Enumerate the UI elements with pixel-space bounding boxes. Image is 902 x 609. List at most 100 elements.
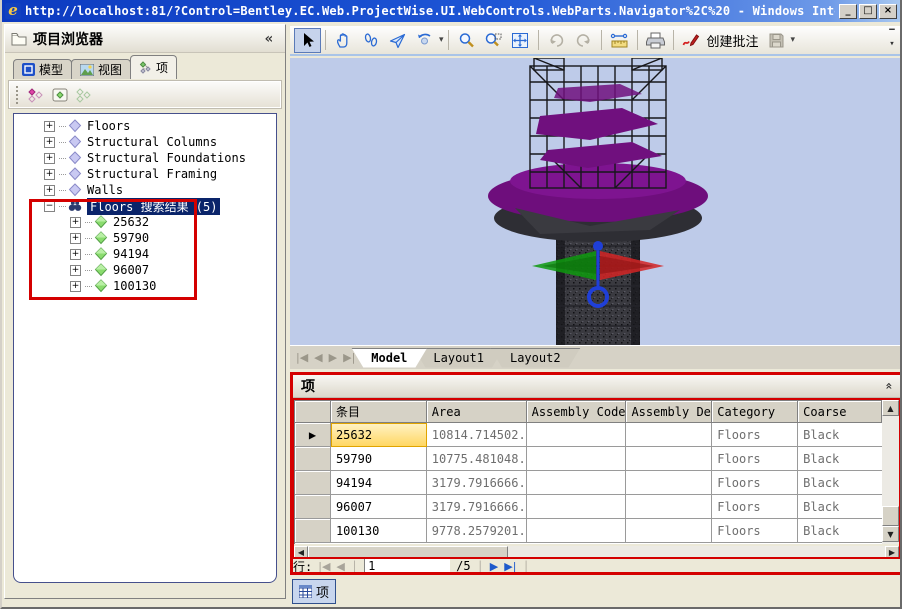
tree-node-label[interactable]: Structural Columns: [87, 135, 217, 149]
close-button[interactable]: ×: [879, 4, 897, 19]
new-search-button[interactable]: [24, 84, 48, 106]
zoom-window-tool-button[interactable]: [480, 28, 507, 53]
model-viewport[interactable]: [290, 58, 902, 345]
clear-search-button[interactable]: [72, 84, 96, 106]
scroll-track[interactable]: [508, 546, 885, 559]
area-cell[interactable]: 10814.714502...: [427, 423, 527, 447]
scroll-thumb[interactable]: [882, 506, 899, 526]
expand-icon[interactable]: +: [70, 249, 81, 260]
row-selector-cell[interactable]: [295, 519, 331, 543]
pan-tool-button[interactable]: [330, 28, 357, 53]
assembly-desc-cell[interactable]: [626, 471, 712, 495]
next-sheet-button[interactable]: ▶: [329, 351, 337, 364]
prev-sheet-button[interactable]: ◀: [314, 351, 322, 364]
entry-cell[interactable]: 59790: [331, 447, 427, 471]
fit-view-button[interactable]: [507, 28, 534, 53]
table-row[interactable]: 94194 3179.7916666... Floors Black: [295, 471, 882, 495]
create-markup-button[interactable]: [678, 28, 705, 53]
tree-node-structural-foundations[interactable]: + Structural Foundations: [14, 150, 276, 166]
assembly-desc-cell[interactable]: [626, 495, 712, 519]
row-selector-cell[interactable]: [295, 495, 331, 519]
tree-node-structural-framing[interactable]: + Structural Framing: [14, 166, 276, 182]
tab-views[interactable]: 视图: [71, 59, 131, 79]
sheet-tab-layout1[interactable]: Layout1: [413, 348, 504, 368]
fly-tool-button[interactable]: [384, 28, 411, 53]
last-row-button[interactable]: ▶|: [504, 560, 516, 573]
entry-cell[interactable]: 25632: [331, 423, 427, 447]
print-button[interactable]: [642, 28, 669, 53]
coarse-cell[interactable]: Black: [798, 423, 882, 447]
tree-result-item[interactable]: + 25632: [14, 214, 276, 230]
assembly-code-cell[interactable]: [527, 423, 627, 447]
maximize-button[interactable]: □: [859, 4, 877, 19]
column-header-category[interactable]: Category: [712, 401, 798, 423]
entry-cell[interactable]: 96007: [331, 495, 427, 519]
table-vertical-scrollbar[interactable]: ▲ ▼: [882, 400, 899, 544]
tree-node-structural-columns[interactable]: + Structural Columns: [14, 134, 276, 150]
next-row-button[interactable]: ▶: [490, 560, 498, 573]
column-header-entry[interactable]: 条目: [331, 401, 427, 423]
expand-icon[interactable]: +: [44, 153, 55, 164]
first-sheet-button[interactable]: |◀: [296, 351, 308, 364]
assembly-desc-cell[interactable]: [626, 447, 712, 471]
scroll-track[interactable]: [882, 416, 899, 506]
assembly-code-cell[interactable]: [527, 447, 627, 471]
sheet-tab-layout2[interactable]: Layout2: [490, 348, 581, 368]
expand-icon[interactable]: +: [44, 185, 55, 196]
tree-result-label[interactable]: 59790: [113, 231, 149, 245]
coarse-cell[interactable]: Black: [798, 447, 882, 471]
category-cell[interactable]: Floors: [712, 471, 798, 495]
column-header-assembly-code[interactable]: Assembly Code: [527, 401, 627, 423]
tree-result-label[interactable]: 100130: [113, 279, 156, 293]
tree-node-label[interactable]: Structural Foundations: [87, 151, 246, 165]
coarse-cell[interactable]: Black: [798, 519, 882, 543]
minimize-button[interactable]: _: [839, 4, 857, 19]
prev-row-button[interactable]: ◀: [336, 560, 344, 573]
column-header-assembly-desc[interactable]: Assembly De...: [626, 401, 712, 423]
walk-tool-button[interactable]: [357, 28, 384, 53]
expand-icon[interactable]: +: [70, 217, 81, 228]
area-cell[interactable]: 9778.2579201...: [427, 519, 527, 543]
assembly-desc-cell[interactable]: [626, 423, 712, 447]
tree-result-label[interactable]: 25632: [113, 215, 149, 229]
expand-icon[interactable]: +: [70, 265, 81, 276]
coarse-cell[interactable]: Black: [798, 471, 882, 495]
table-row[interactable]: 96007 3179.7916666... Floors Black: [295, 495, 882, 519]
tree-node-floors[interactable]: + Floors: [14, 118, 276, 134]
search-results-label[interactable]: Floors 搜索结果 (5): [87, 198, 220, 215]
items-panel-taskbar-button[interactable]: 项: [292, 579, 336, 604]
first-row-button[interactable]: |◀: [318, 560, 330, 573]
tree-result-label[interactable]: 96007: [113, 263, 149, 277]
column-header-coarse[interactable]: Coarse: [798, 401, 882, 423]
select-tool-button[interactable]: [294, 28, 321, 53]
scroll-up-button[interactable]: ▲: [882, 400, 899, 416]
category-cell[interactable]: Floors: [712, 519, 798, 543]
category-cell[interactable]: Floors: [712, 423, 798, 447]
area-cell[interactable]: 3179.7916666...: [427, 471, 527, 495]
category-cell[interactable]: Floors: [712, 495, 798, 519]
area-cell[interactable]: 10775.481048...: [427, 447, 527, 471]
row-selector-cell[interactable]: [295, 447, 331, 471]
redo-button[interactable]: [570, 28, 597, 53]
expand-icon[interactable]: +: [44, 137, 55, 148]
expand-icon[interactable]: +: [70, 233, 81, 244]
assembly-code-cell[interactable]: [527, 471, 627, 495]
last-sheet-button[interactable]: ▶|: [343, 351, 355, 364]
row-selector-cell[interactable]: [295, 471, 331, 495]
tree-result-label[interactable]: 94194: [113, 247, 149, 261]
tree-result-item[interactable]: + 96007: [14, 262, 276, 278]
scroll-down-button[interactable]: ▼: [882, 526, 899, 542]
tree-result-item[interactable]: + 59790: [14, 230, 276, 246]
category-cell[interactable]: Floors: [712, 447, 798, 471]
assembly-code-cell[interactable]: [527, 519, 627, 543]
scroll-right-button[interactable]: ▶: [885, 546, 899, 559]
area-cell[interactable]: 3179.7916666...: [427, 495, 527, 519]
collapse-items-panel-button[interactable]: »: [881, 382, 895, 389]
table-row[interactable]: ▶ 25632 10814.714502... Floors Black: [295, 423, 882, 447]
expand-icon[interactable]: +: [44, 169, 55, 180]
assembly-desc-cell[interactable]: [626, 519, 712, 543]
orbit-tool-button[interactable]: [411, 28, 438, 53]
toolbar-grip[interactable]: [16, 86, 20, 104]
tab-model[interactable]: 模型: [13, 59, 72, 79]
tree-node-label[interactable]: Walls: [87, 183, 123, 197]
